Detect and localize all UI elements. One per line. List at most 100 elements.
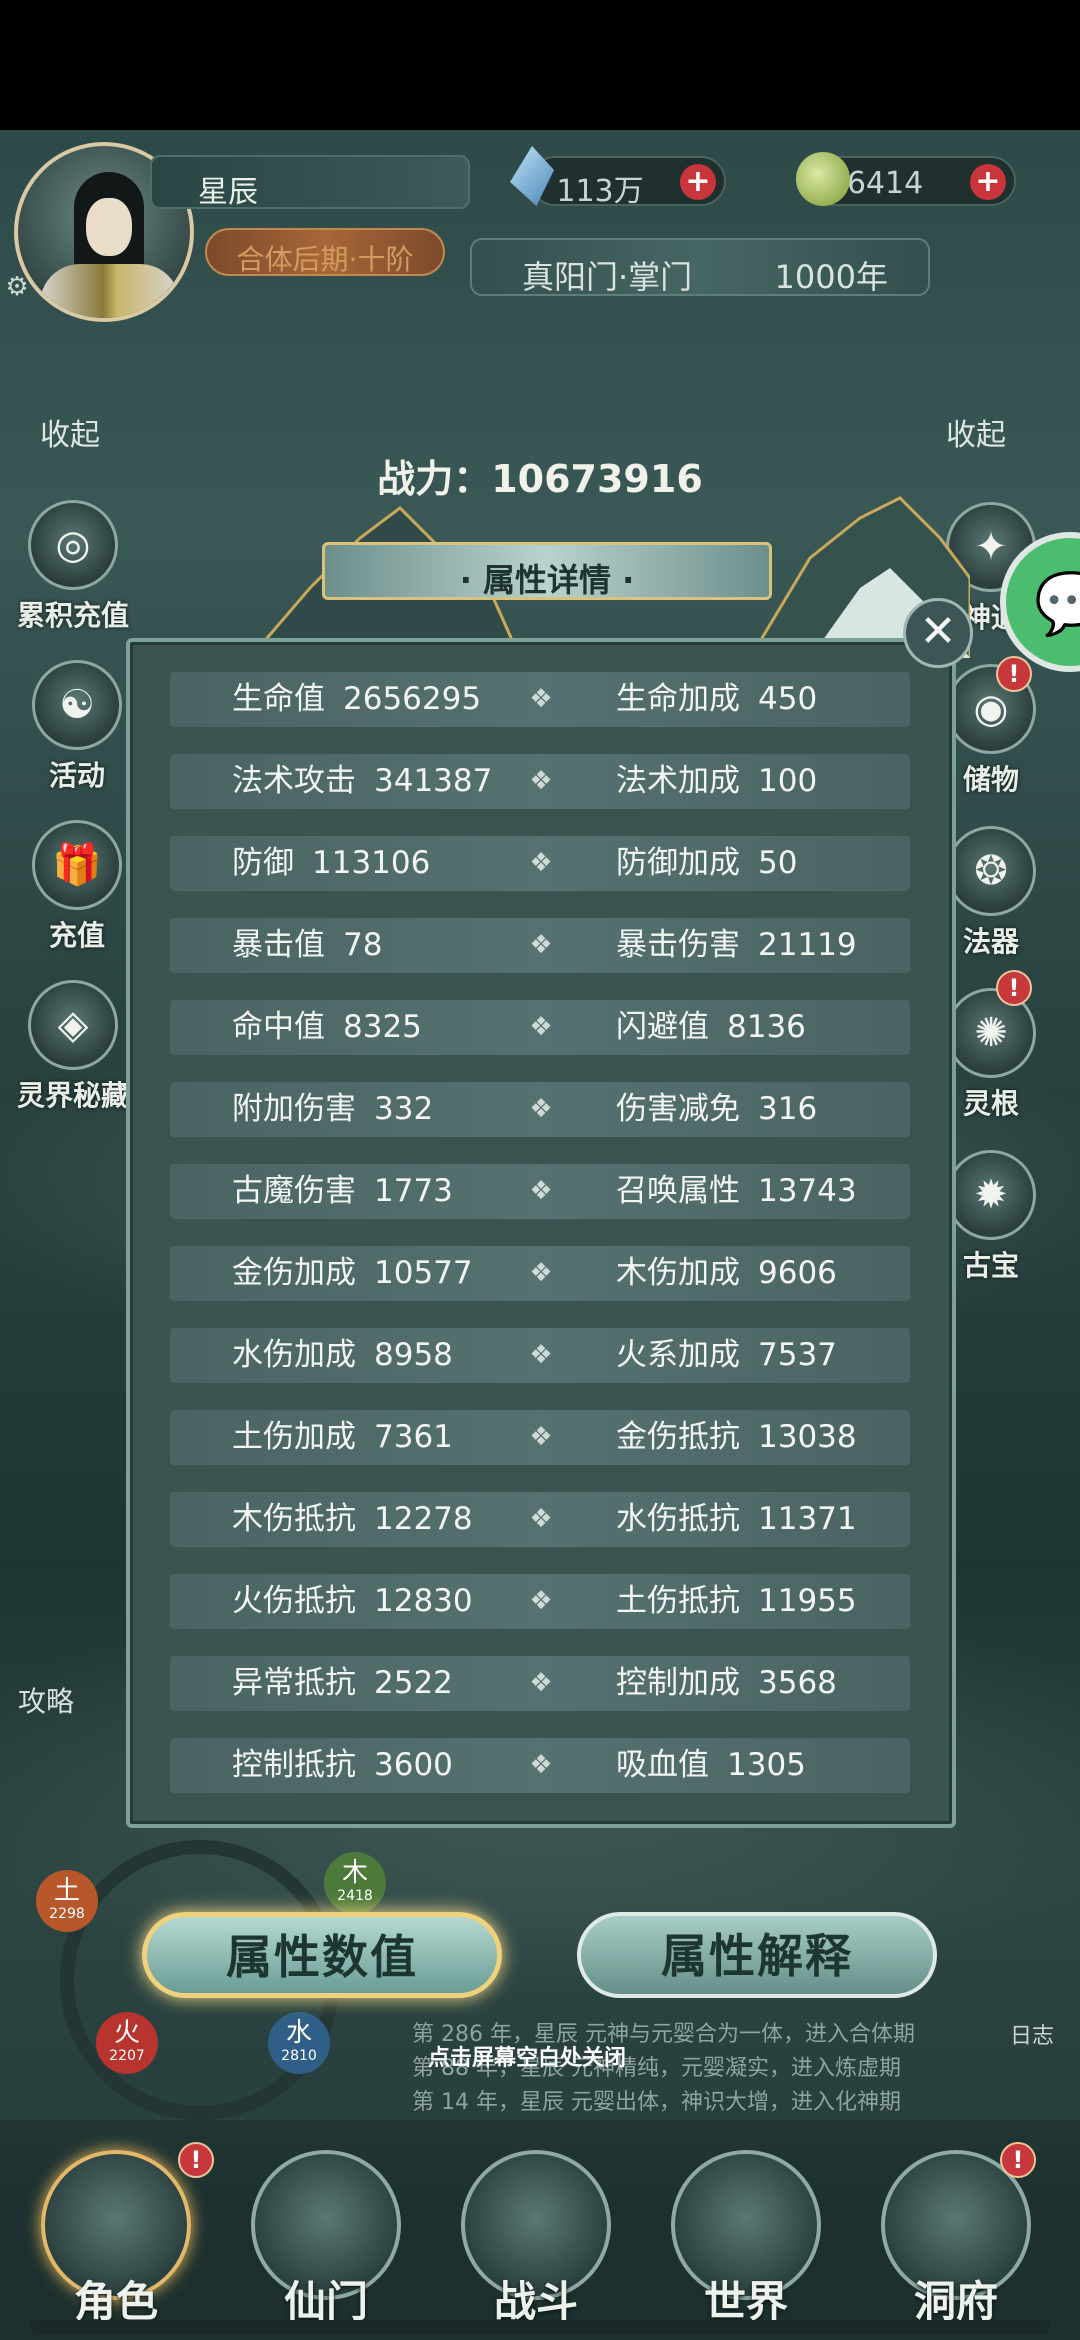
attribute-cell: 古魔伤害 1773 (232, 1164, 453, 1219)
attribute-row: 古魔伤害 1773 召唤属性 13743 ❖ (170, 1164, 910, 1219)
attribute-row: 异常抵抗 2522 控制加成 3568 ❖ (170, 1656, 910, 1711)
attribute-row: 命中值 8325 闪避值 8136 ❖ (170, 1000, 910, 1055)
attribute-cell: 暴击伤害 21119 (616, 918, 857, 973)
element-fire-badge: 火 2207 (96, 2012, 158, 2074)
side-item-cumulative-recharge[interactable]: ◎ 累积充值 (8, 500, 138, 634)
attribute-cell: 伤害减免 316 (616, 1082, 817, 1137)
attribute-cell: 法术加成 100 (616, 754, 817, 809)
rank-label: 合体后期·十阶 (236, 243, 414, 276)
attribute-name: 火系加成 (616, 1337, 740, 1373)
attribute-cell: 异常抵抗 2522 (232, 1656, 453, 1711)
side-item-spirit-treasure[interactable]: ◈ 灵界秘藏 (8, 980, 138, 1114)
attribute-cell: 金伤抵抗 13038 (616, 1410, 857, 1465)
element-value: 2207 (109, 2048, 145, 2064)
taiji-icon: ☯ (32, 660, 122, 750)
attribute-cell: 土伤加成 7361 (232, 1410, 453, 1465)
attribute-cell: 控制加成 3568 (616, 1656, 837, 1711)
attribute-cell: 火系加成 7537 (616, 1328, 837, 1383)
nav-battle[interactable]: 战斗 (446, 2150, 626, 2326)
attribute-name: 土伤加成 (232, 1419, 356, 1455)
side-item-label: 累积充值 (16, 599, 129, 632)
attribute-cell: 命中值 8325 (232, 1000, 422, 1055)
nav-world[interactable]: 世界 (656, 2150, 836, 2326)
attribute-row: 土伤加成 7361 金伤抵抗 13038 ❖ (170, 1410, 910, 1465)
chat-bubble-icon: 💬 (1034, 569, 1080, 639)
attribute-cell: 附加伤害 332 (232, 1082, 433, 1137)
notification-badge: ! (996, 970, 1032, 1006)
diamond-separator-icon: ❖ (529, 1750, 553, 1780)
spirit-stone-counter: 113万 + (530, 156, 726, 209)
diamond-separator-icon: ❖ (529, 1012, 553, 1042)
sect-info-bar[interactable]: 真阳门·掌门 1000年 (470, 238, 930, 296)
nav-sect[interactable]: 仙门 (236, 2150, 416, 2326)
attribute-value: 1305 (727, 1747, 806, 1783)
element-name: 火 (113, 2018, 140, 2048)
attribute-value: 3600 (374, 1747, 453, 1783)
element-value: 2418 (337, 1888, 373, 1904)
attribute-cell: 闪避值 8136 (616, 1000, 806, 1055)
side-item-label: 充值 (48, 919, 105, 952)
attribute-value: 50 (758, 845, 798, 881)
element-name: 水 (285, 2018, 312, 2048)
attribute-cell: 木伤抵抗 12278 (232, 1492, 473, 1547)
element-water-badge: 水 2810 (268, 2012, 330, 2074)
attribute-row: 水伤加成 8958 火系加成 7537 ❖ (170, 1328, 910, 1383)
attribute-name: 水伤加成 (232, 1337, 356, 1373)
diamond-separator-icon: ❖ (529, 1422, 553, 1452)
attribute-explain-button[interactable]: 属性解释 (577, 1912, 937, 1998)
attribute-value: 13038 (758, 1419, 857, 1455)
attribute-value: 1773 (374, 1173, 453, 1209)
attribute-value: 7537 (758, 1337, 837, 1373)
nav-character[interactable]: 角色 (26, 2150, 206, 2326)
attribute-value: 2522 (374, 1665, 453, 1701)
attribute-value: 341387 (374, 763, 493, 799)
add-jade-button[interactable]: + (970, 164, 1006, 200)
side-item-label: 灵界秘藏 (16, 1079, 129, 1112)
attribute-cell: 暴击值 78 (232, 918, 382, 973)
diamond-separator-icon: ❖ (529, 848, 553, 878)
attribute-value: 2656295 (343, 681, 482, 717)
attribute-name: 金伤加成 (232, 1255, 356, 1291)
notification-badge: ! (1000, 2142, 1036, 2178)
diamond-separator-icon: ❖ (529, 1668, 553, 1698)
attribute-cell: 木伤加成 9606 (616, 1246, 837, 1301)
diamond-separator-icon: ❖ (529, 1176, 553, 1206)
attribute-value: 12830 (374, 1583, 473, 1619)
gear-icon[interactable]: ⚙ (2, 272, 32, 302)
log-line: 第 14 年，星辰 元婴出体，神识大增，进入化神期 (412, 2090, 901, 2115)
diamond-separator-icon: ❖ (529, 684, 553, 714)
attribute-name: 控制加成 (616, 1665, 740, 1701)
attribute-row: 法术攻击 341387 法术加成 100 ❖ (170, 754, 910, 809)
strategy-button[interactable]: 攻略 (18, 1680, 74, 1720)
attribute-name: 吸血值 (616, 1747, 709, 1783)
diamond-separator-icon: ❖ (529, 1258, 553, 1288)
attribute-row: 金伤加成 10577 木伤加成 9606 ❖ (170, 1246, 910, 1301)
attribute-name: 附加伤害 (232, 1091, 356, 1127)
attribute-name: 土伤抵抗 (616, 1583, 740, 1619)
attribute-cell: 吸血值 1305 (616, 1738, 806, 1793)
status-bar (0, 0, 1080, 130)
element-earth-badge: 土 2298 (36, 1870, 98, 1932)
attribute-cell: 火伤抵抗 12830 (232, 1574, 473, 1629)
age-value: 1000年 (774, 258, 888, 296)
attribute-cell: 金伤加成 10577 (232, 1246, 473, 1301)
attribute-value: 332 (374, 1091, 434, 1127)
attribute-cell: 水伤加成 8958 (232, 1328, 453, 1383)
side-item-recharge[interactable]: 🎁 充值 (12, 820, 142, 954)
attribute-name: 生命值 (232, 681, 325, 717)
treasure-icon: ◈ (28, 980, 118, 1070)
diamond-separator-icon: ❖ (529, 1340, 553, 1370)
gift-ring-icon: ◎ (28, 500, 118, 590)
close-icon[interactable]: ✕ (903, 598, 973, 668)
side-item-label: 活动 (48, 759, 105, 792)
attribute-value: 3568 (758, 1665, 837, 1701)
attribute-values-button[interactable]: 属性数值 (142, 1912, 502, 1998)
log-button[interactable]: 日志 (1010, 2018, 1054, 2050)
attribute-cell: 防御 113106 (232, 836, 430, 891)
add-spirit-stone-button[interactable]: + (680, 164, 716, 200)
element-wood-badge: 木 2418 (324, 1852, 386, 1914)
side-item-activity[interactable]: ☯ 活动 (12, 660, 142, 794)
attribute-cell: 防御加成 50 (616, 836, 797, 891)
attribute-value: 100 (758, 763, 818, 799)
attribute-name: 水伤抵抗 (616, 1501, 740, 1537)
